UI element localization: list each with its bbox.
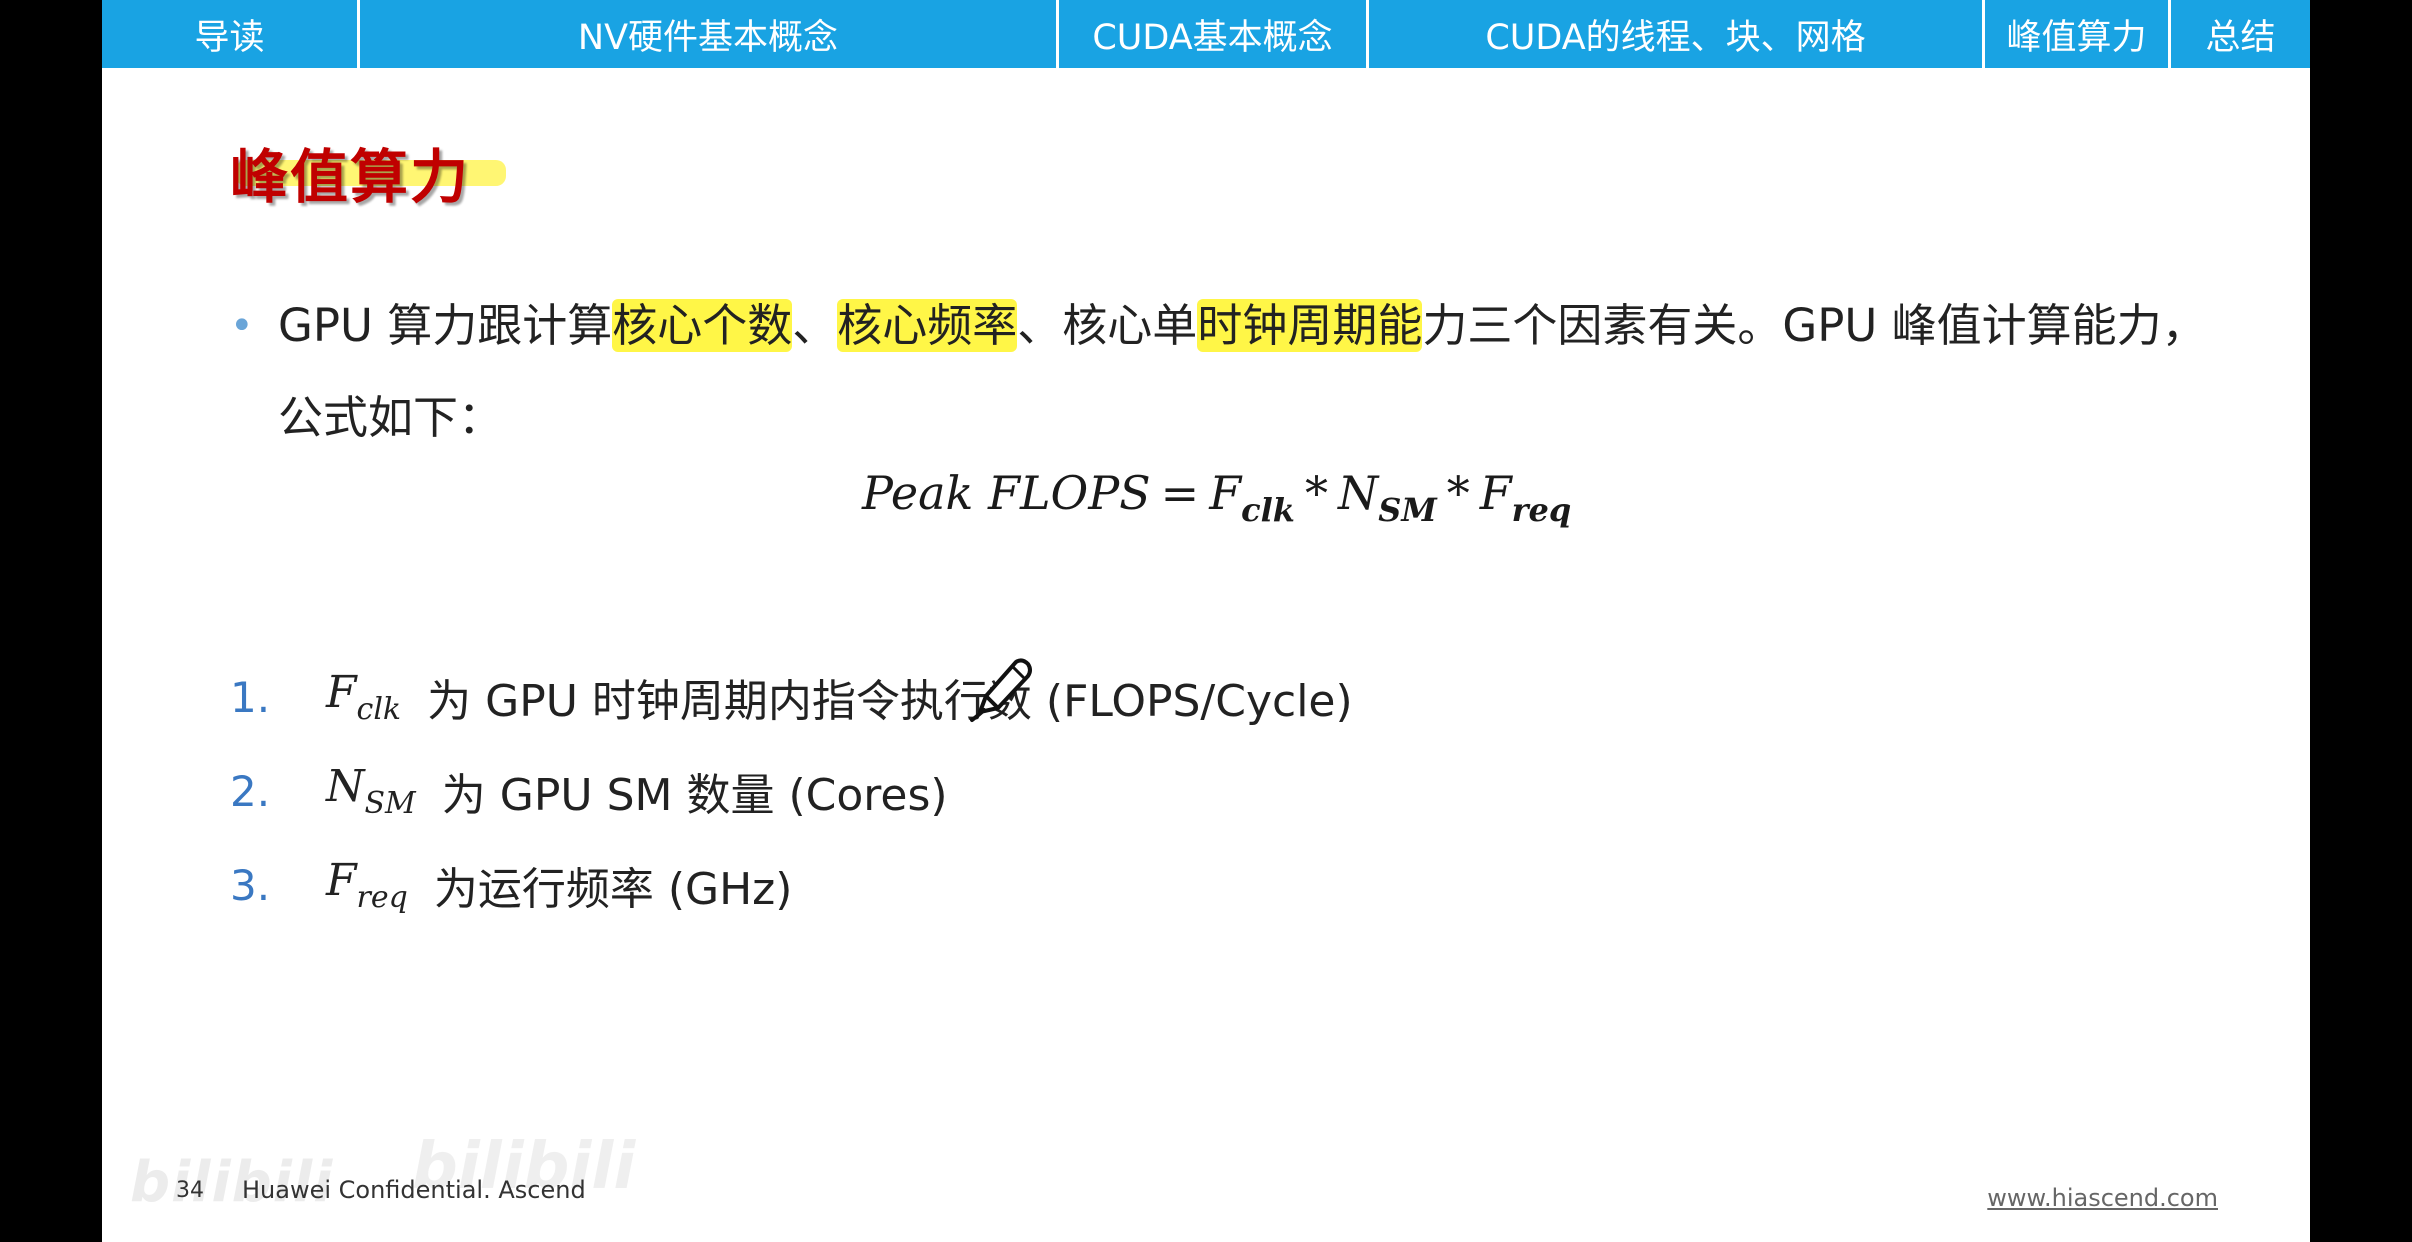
highlight-core-count: 核心个数 xyxy=(612,299,793,352)
list-variable: NSM xyxy=(326,761,416,821)
footer-url-link[interactable]: www.hiascend.com xyxy=(1987,1184,2218,1212)
list-item: 2. NSM 为 GPU SM 数量 (Cores) xyxy=(230,744,2030,838)
highlight-core-frequency: 核心频率 xyxy=(837,299,1018,352)
tab-nv-hardware[interactable]: NV硬件基本概念 xyxy=(360,0,1059,68)
top-navbar: 导读 NV硬件基本概念 CUDA基本概念 CUDA的线程、块、网格 峰值算力 总… xyxy=(102,0,2310,68)
bullet-paragraph: • GPU 算力跟计算核心个数、核心频率、核心单时钟周期能力三个因素有关。GPU… xyxy=(230,280,2250,464)
list-number: 1. xyxy=(230,672,271,722)
tab-summary[interactable]: 总结 xyxy=(2171,0,2310,68)
slide: 导读 NV硬件基本概念 CUDA基本概念 CUDA的线程、块、网格 峰值算力 总… xyxy=(102,0,2310,1242)
page-number: 34 xyxy=(176,1178,204,1203)
list-text: 为 GPU SM 数量 (Cores) xyxy=(441,770,948,821)
tab-cuda-basics[interactable]: CUDA基本概念 xyxy=(1059,0,1369,68)
tab-peak-compute[interactable]: 峰值算力 xyxy=(1985,0,2171,68)
tab-cuda-threads[interactable]: CUDA的线程、块、网格 xyxy=(1369,0,1985,68)
list-variable: Freq xyxy=(326,855,408,915)
list-variable: Fclk xyxy=(326,667,402,727)
list-number: 2. xyxy=(230,766,271,816)
variable-list: 1. Fclk 为 GPU 时钟周期内指令执行数 (FLOPS/Cycle) 2… xyxy=(230,650,2030,932)
tab-intro[interactable]: 导读 xyxy=(102,0,360,68)
list-item: 1. Fclk 为 GPU 时钟周期内指令执行数 (FLOPS/Cycle) xyxy=(230,650,2030,744)
list-item: 3. Freq 为运行频率 (GHz) xyxy=(230,838,2030,932)
list-number: 3. xyxy=(230,860,271,910)
list-text: 为 GPU 时钟周期内指令执行数 (FLOPS/Cycle) xyxy=(427,676,1353,727)
peak-flops-formula: Peak FLOPS = Fclk * NSM * Freq xyxy=(862,466,1572,529)
bullet-text: GPU 算力跟计算核心个数、核心频率、核心单时钟周期能力三个因素有关。GPU 峰… xyxy=(278,299,2207,444)
slide-title: 峰值算力 xyxy=(230,143,471,211)
highlight-clock-cycle: 时钟周期能 xyxy=(1197,299,1423,352)
list-text: 为运行频率 (GHz) xyxy=(433,864,793,915)
pen-cursor-icon xyxy=(970,658,1032,722)
bullet-dot-icon: • xyxy=(230,303,254,349)
footer-confidential: Huawei Confidential. Ascend xyxy=(242,1176,586,1204)
